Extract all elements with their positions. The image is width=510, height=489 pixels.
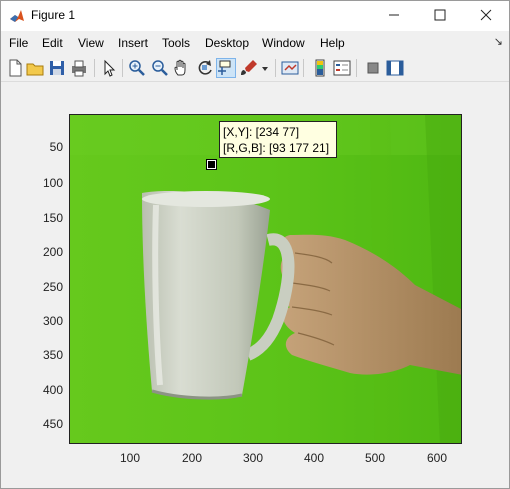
maximize-icon bbox=[434, 9, 446, 21]
close-icon bbox=[480, 9, 492, 21]
y-tick-label: 300 bbox=[42, 314, 63, 328]
y-tick-label: 200 bbox=[42, 245, 63, 259]
figure-window: Figure 1 File Edit View Insert Tools Des… bbox=[0, 0, 510, 489]
matlab-logo-icon bbox=[10, 10, 24, 22]
window-title: Figure 1 bbox=[31, 8, 76, 22]
show-plot-tools-icon[interactable] bbox=[385, 58, 405, 78]
menu-edit[interactable]: Edit bbox=[42, 36, 63, 50]
y-tick-label: 400 bbox=[42, 383, 63, 397]
y-tick-label: 100 bbox=[42, 176, 63, 190]
zoom-out-icon[interactable] bbox=[150, 58, 170, 78]
open-file-icon[interactable] bbox=[25, 58, 45, 78]
save-icon[interactable] bbox=[47, 58, 67, 78]
minimize-icon bbox=[389, 14, 399, 16]
toolbar-separator bbox=[122, 59, 123, 77]
y-tick-label: 50 bbox=[49, 140, 63, 154]
brush-dropdown-chevron-down-icon[interactable] bbox=[259, 58, 271, 78]
title-bar[interactable]: Figure 1 bbox=[1, 1, 509, 31]
menu-file[interactable]: File bbox=[9, 36, 28, 50]
minimize-button[interactable] bbox=[371, 1, 417, 31]
toolbar-separator bbox=[303, 59, 304, 77]
datatip-tooltip[interactable]: [X,Y]: [234 77] [R,G,B]: [93 177 21] bbox=[219, 121, 337, 158]
image-axes[interactable] bbox=[69, 114, 462, 444]
close-button[interactable] bbox=[463, 1, 509, 31]
toolbar-separator bbox=[356, 59, 357, 77]
edit-plot-arrow-icon[interactable] bbox=[99, 58, 119, 78]
print-icon[interactable] bbox=[69, 58, 89, 78]
brush-icon[interactable] bbox=[239, 58, 259, 78]
datatip-rgb: [R,G,B]: [93 177 21] bbox=[223, 141, 330, 155]
menu-tools[interactable]: Tools bbox=[162, 36, 190, 50]
datatip-marker[interactable] bbox=[206, 159, 217, 170]
data-cursor-button[interactable] bbox=[216, 58, 236, 78]
menu-window[interactable]: Window bbox=[262, 36, 305, 50]
y-tick-label: 250 bbox=[42, 280, 63, 294]
new-figure-icon[interactable] bbox=[5, 58, 25, 78]
hide-plot-tools-icon[interactable] bbox=[363, 58, 383, 78]
x-tick-label: 100 bbox=[119, 451, 141, 465]
x-tick-label: 400 bbox=[303, 451, 325, 465]
maximize-button[interactable] bbox=[417, 1, 463, 31]
menu-view[interactable]: View bbox=[78, 36, 104, 50]
menu-bar: File Edit View Insert Tools Desktop Wind… bbox=[1, 32, 509, 54]
datatip-xy: [X,Y]: [234 77] bbox=[223, 125, 300, 139]
x-tick-label: 600 bbox=[426, 451, 448, 465]
toolbar-separator bbox=[94, 59, 95, 77]
x-tick-label: 200 bbox=[181, 451, 203, 465]
menu-help[interactable]: Help bbox=[320, 36, 345, 50]
y-tick-label: 350 bbox=[42, 348, 63, 362]
y-tick-label: 150 bbox=[42, 211, 63, 225]
pan-hand-icon[interactable] bbox=[172, 58, 192, 78]
insert-legend-icon[interactable] bbox=[332, 58, 352, 78]
y-tick-label: 450 bbox=[42, 417, 63, 431]
x-tick-label: 300 bbox=[242, 451, 264, 465]
insert-colorbar-icon[interactable] bbox=[310, 58, 330, 78]
toolbar-separator bbox=[275, 59, 276, 77]
data-cursor-icon bbox=[218, 60, 231, 75]
link-plot-icon[interactable] bbox=[280, 58, 300, 78]
zoom-in-icon[interactable] bbox=[127, 58, 147, 78]
green-screen-photo bbox=[70, 115, 461, 443]
rotate-3d-icon[interactable] bbox=[195, 58, 215, 78]
menu-desktop[interactable]: Desktop bbox=[205, 36, 249, 50]
menu-insert[interactable]: Insert bbox=[118, 36, 148, 50]
menu-dock-arrow-icon[interactable]: ↘ bbox=[494, 35, 503, 48]
x-tick-label: 500 bbox=[364, 451, 386, 465]
figure-toolbar bbox=[1, 55, 509, 82]
